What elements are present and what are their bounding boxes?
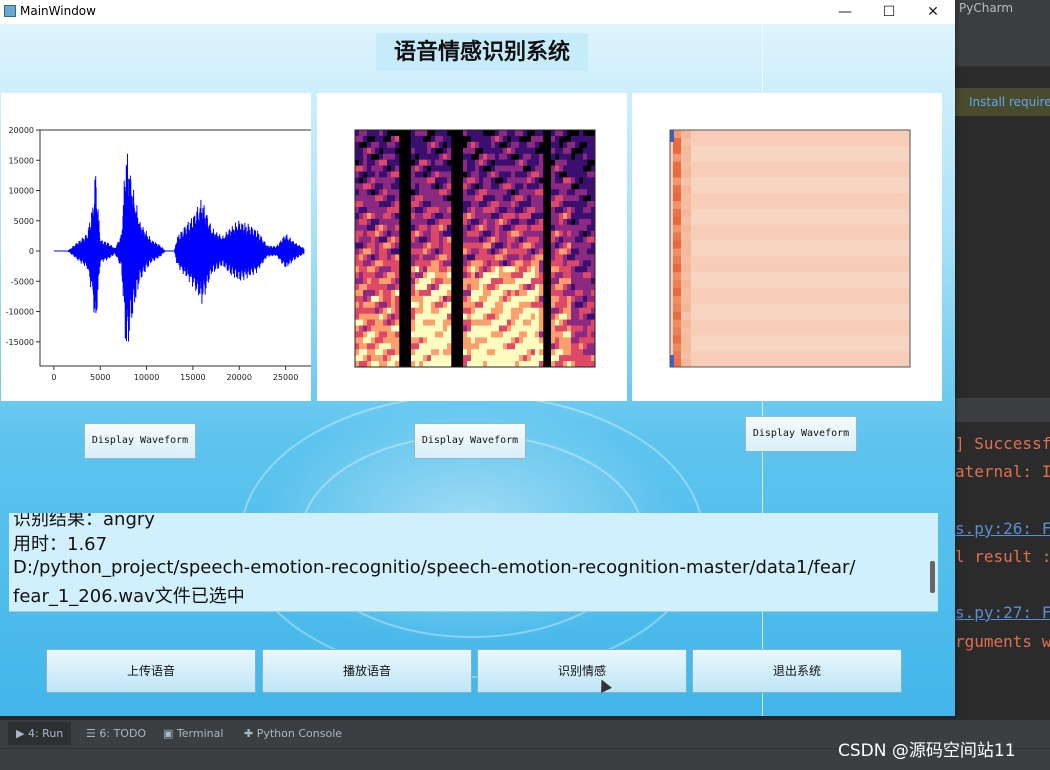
x-tick-label: 10000	[134, 373, 159, 382]
play-icon: ▶	[16, 727, 25, 740]
play-voice-button[interactable]: 播放语音	[262, 649, 472, 693]
window-titlebar: MainWindow — ☐ ✕	[0, 0, 955, 24]
console-line: rguments wi	[955, 632, 1050, 651]
pycharm-run-toolbar	[955, 398, 1050, 422]
x-tick-label: 15000	[180, 373, 205, 382]
console-line: aternal: In	[955, 462, 1050, 481]
python-icon: ✚	[244, 727, 254, 740]
close-button[interactable]: ✕	[911, 0, 955, 24]
y-tick-label: -15000	[6, 338, 34, 347]
feature-heatmap-panel	[632, 93, 942, 401]
file-selected-message: fear_1_206.wav文件已选中	[13, 586, 245, 607]
todo-tab[interactable]: ☰ 6: TODO	[86, 727, 146, 740]
y-tick-label: 0	[29, 247, 34, 256]
run-console: ] Successf aternal: In s.py:26: Fu l res…	[955, 422, 1050, 716]
y-tick-label: -5000	[11, 277, 34, 286]
install-requirements-banner[interactable]: Install requirements	[955, 88, 1050, 116]
spectrogram-image	[354, 129, 596, 368]
pycharm-editor	[955, 116, 1050, 380]
file-path: D:/python_project/speech-emotion-recogni…	[13, 557, 856, 578]
y-tick-label: 10000	[9, 187, 34, 196]
heatmap-accent-top	[670, 130, 674, 142]
spectrogram-panel	[317, 93, 627, 401]
minimize-button[interactable]: —	[823, 0, 867, 24]
y-tick-label: 20000	[9, 126, 34, 135]
terminal-icon: ▣	[163, 727, 174, 740]
python-console-tab[interactable]: ✚ Python Console	[244, 727, 342, 740]
y-tick-label: 5000	[14, 217, 34, 226]
x-tick-label: 0	[51, 373, 56, 382]
page-title: 语音情感识别系统	[376, 33, 588, 71]
console-link[interactable]: s.py:26: Fu	[955, 519, 1050, 538]
y-tick-label: -10000	[6, 308, 34, 317]
display-waveform-button-3[interactable]: Display Waveform	[745, 416, 857, 452]
csdn-watermark: CSDN @源码空间站11	[838, 741, 1016, 761]
result-label: 识别结果：angry	[13, 513, 155, 530]
upload-voice-button[interactable]: 上传语音	[46, 649, 256, 693]
result-text-area[interactable]: 识别结果：angry 用时：1.67 D:/python_project/spe…	[9, 513, 938, 612]
heatmap-cells	[673, 130, 910, 368]
exit-system-button[interactable]: 退出系统	[692, 649, 902, 693]
heatmap-accent-bottom	[670, 355, 674, 367]
result-scrollbar[interactable]	[930, 561, 935, 593]
y-tick-label: 15000	[9, 156, 34, 165]
console-line: ] Successf	[955, 434, 1050, 453]
feature-heatmap-image	[669, 129, 911, 368]
x-tick-label: 5000	[90, 373, 110, 382]
x-tick-label: 25000	[273, 373, 298, 382]
display-waveform-button-2[interactable]: Display Waveform	[414, 423, 526, 459]
client-area: 语音情感识别系统 20000 15000 10000 5000 0 -5000 -10000…	[0, 24, 955, 716]
waveform-panel: 20000 15000 10000 5000 0 -5000 -10000 -15000 0 50…	[1, 93, 311, 401]
pycharm-toolbar	[955, 16, 1050, 43]
display-waveform-button-1[interactable]: Display Waveform	[84, 423, 196, 459]
elapsed-time: 用时：1.67	[13, 534, 108, 555]
terminal-tab[interactable]: ▣ Terminal	[163, 727, 223, 740]
pycharm-title: PyCharm	[955, 0, 1050, 16]
spectrogram-cells	[355, 130, 596, 368]
console-link[interactable]: s.py:27: Fu	[955, 603, 1050, 622]
app-icon	[4, 5, 16, 17]
run-tab[interactable]: ▶ 4: Run	[8, 722, 72, 745]
recognize-emotion-button[interactable]: 识别情感	[477, 649, 687, 693]
main-window: MainWindow — ☐ ✕ 语音情感识别系统 20000 15000 1000…	[0, 0, 955, 716]
waveform-chart: 20000 15000 10000 5000 0 -5000 -10000 -15000 0 50…	[6, 126, 311, 382]
pycharm-editor-tabs	[955, 42, 1050, 67]
list-icon: ☰	[86, 727, 96, 740]
maximize-button[interactable]: ☐	[867, 0, 911, 24]
window-title: MainWindow	[20, 4, 96, 18]
console-line: l result :	[955, 547, 1050, 566]
x-tick-label: 20000	[227, 373, 252, 382]
